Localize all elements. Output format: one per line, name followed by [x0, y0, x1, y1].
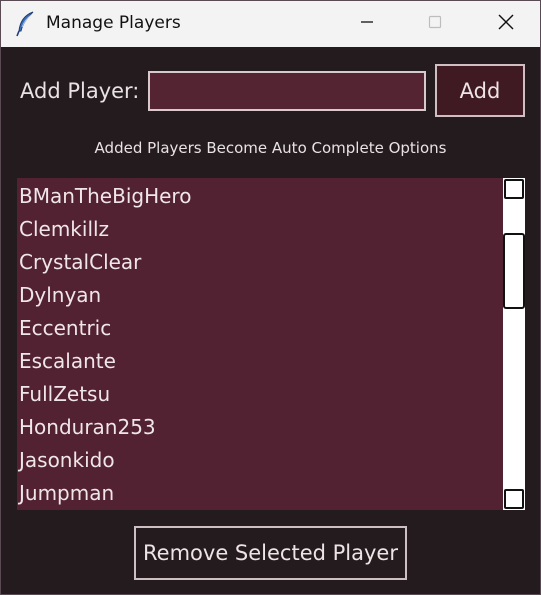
add-button[interactable]: Add: [435, 64, 525, 117]
players-list-scrollbar[interactable]: [503, 178, 525, 510]
maximize-icon: [427, 14, 443, 34]
close-button[interactable]: [483, 1, 529, 47]
player-list-item[interactable]: CrystalClear: [17, 246, 503, 279]
minimize-button[interactable]: [344, 1, 390, 47]
scroll-down-button[interactable]: [504, 489, 524, 509]
manage-players-window: Manage Players Add Player: Add Added Pla…: [0, 0, 541, 595]
scroll-up-button[interactable]: [504, 179, 524, 199]
scrollbar-thumb[interactable]: [503, 233, 525, 309]
player-list-item[interactable]: Escalante: [17, 345, 503, 378]
window-title: Manage Players: [46, 13, 181, 33]
title-bar[interactable]: Manage Players: [1, 1, 540, 47]
player-name-input[interactable]: [148, 71, 426, 111]
player-list-item[interactable]: Honduran253: [17, 411, 503, 444]
feather-icon: [15, 11, 37, 37]
close-icon: [497, 13, 515, 35]
player-list-item[interactable]: Jasonkido: [17, 444, 503, 477]
player-list-item[interactable]: Clemkillz: [17, 213, 503, 246]
player-list-item[interactable]: BManTheBigHero: [17, 180, 503, 213]
players-list[interactable]: BManTheBigHero Clemkillz CrystalClear Dy…: [17, 178, 503, 510]
minimize-icon: [359, 14, 375, 34]
player-list-item[interactable]: Eccentric: [17, 312, 503, 345]
maximize-button: [412, 1, 458, 47]
autocomplete-hint: Added Players Become Auto Complete Optio…: [94, 139, 447, 157]
player-list-item[interactable]: Jumpman: [17, 477, 503, 510]
player-list-item[interactable]: Dylnyan: [17, 279, 503, 312]
add-player-label: Add Player:: [20, 79, 140, 103]
player-list-item[interactable]: FullZetsu: [17, 378, 503, 411]
remove-selected-player-button[interactable]: Remove Selected Player: [134, 526, 407, 580]
